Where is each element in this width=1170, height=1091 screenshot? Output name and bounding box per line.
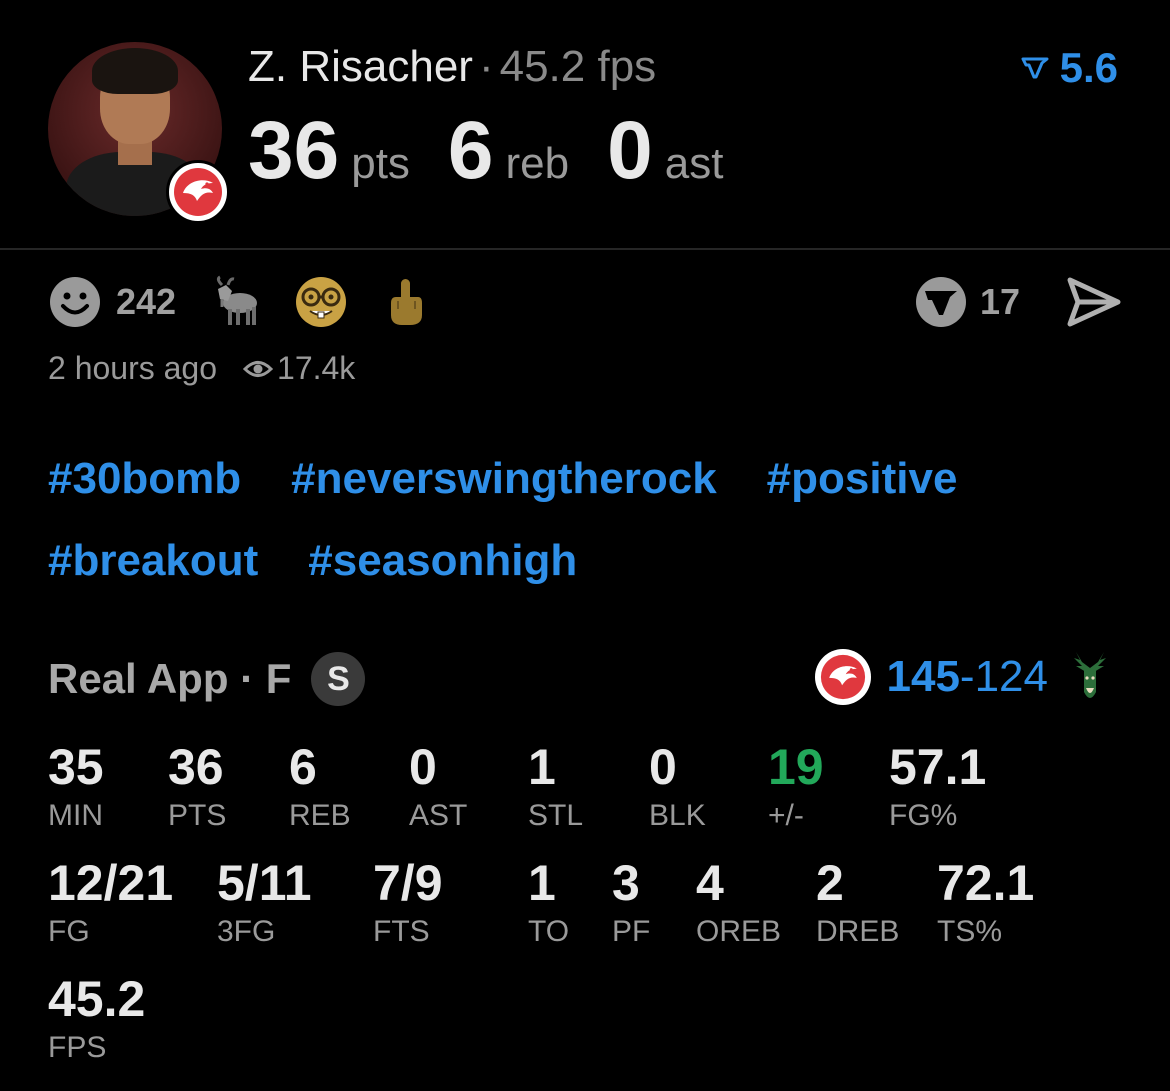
v-rank-icon [1021, 57, 1049, 79]
stat-blk: 0 BLK [649, 740, 706, 834]
stat-fg-pct: 57.1 FG% [889, 740, 986, 834]
away-score: 124 [974, 652, 1048, 701]
stat-pf: 3 PF [612, 856, 650, 950]
stat-value: 12/21 [48, 855, 174, 911]
stat-min: 35 MIN [48, 740, 104, 834]
headline-pts-value: 36 [248, 105, 340, 196]
hashtag[interactable]: #seasonhigh [308, 536, 577, 586]
stat-plus-minus: 19 +/- [768, 740, 824, 834]
stat-value: 7/9 [373, 855, 443, 911]
player-fps: 45.2 fps [499, 42, 657, 91]
stat-dreb: 2 DREB [816, 856, 899, 950]
header-divider [0, 248, 1170, 250]
stat-label: STL [528, 799, 584, 832]
headline-ast-value: 0 [607, 105, 653, 196]
stat-fps: 45.2 FPS [48, 972, 145, 1066]
stat-stl: 1 STL [528, 740, 583, 834]
rank-value: 5.6 [1059, 44, 1118, 91]
headline-stats: 36 pts 6 reb 0 ast [248, 104, 761, 198]
stat-label: PTS [168, 799, 227, 832]
game-score[interactable]: 145-124 [814, 648, 1115, 706]
post-actions: 17 [914, 276, 1122, 328]
stat-value: 6 [289, 739, 317, 795]
stat-value: 45.2 [48, 971, 146, 1027]
rank-badge[interactable]: 5.6 [1020, 44, 1118, 92]
starter-badge: S [311, 652, 366, 706]
stat-label: REB [289, 799, 351, 832]
hashtag[interactable]: #30bomb [48, 454, 241, 504]
hawks-logo-icon [166, 160, 230, 224]
timestamp: 2 hours ago [48, 350, 218, 386]
hashtag[interactable]: #breakout [48, 536, 258, 586]
hashtag-list: #30bomb #neverswingtherock #positive #br… [48, 454, 1128, 586]
score-separator: - [959, 652, 975, 701]
stat-value: 1 [528, 739, 556, 795]
stat-label: TS% [937, 915, 1003, 948]
headline-reb-unit: reb [505, 139, 570, 188]
stat-label: TO [528, 915, 570, 948]
stat-label: FG% [889, 799, 958, 832]
stat-label: +/- [768, 799, 804, 832]
v-vote-icon[interactable] [914, 275, 968, 329]
headline-pts-unit: pts [351, 139, 410, 188]
stat-value: 2 [816, 855, 844, 911]
stat-value: 35 [48, 739, 104, 795]
hashtag[interactable]: #positive [767, 454, 958, 504]
stat-value: 72.1 [937, 855, 1035, 911]
vote-count: 17 [979, 281, 1020, 322]
hawks-logo-icon [814, 649, 871, 705]
send-icon[interactable] [1066, 276, 1122, 328]
stat-label: FPS [48, 1031, 107, 1064]
goat-icon[interactable] [210, 275, 264, 329]
stat-value: 3 [612, 855, 640, 911]
stat-label: FTS [373, 915, 430, 948]
nerd-face-icon[interactable] [294, 275, 348, 329]
stat-label: MIN [48, 799, 103, 832]
game-label: Real App · F [48, 655, 292, 702]
stat-label: BLK [649, 799, 706, 832]
headline-reb-value: 6 [447, 105, 494, 196]
stat-value: 5/11 [217, 855, 312, 911]
stat-label: AST [409, 799, 468, 832]
stat-ast: 0 AST [409, 740, 467, 834]
smile-reaction-icon[interactable] [48, 275, 102, 329]
headline-ast-unit: ast [664, 139, 724, 188]
stat-label: FG [48, 915, 90, 948]
stat-fts: 7/9 FTS [373, 856, 443, 950]
separator-dot: · [478, 42, 494, 91]
stat-label: OREB [696, 915, 782, 948]
stat-value: 1 [528, 855, 556, 911]
stat-value: 19 [768, 739, 824, 795]
stat-value: 57.1 [889, 739, 987, 795]
stat-to: 1 TO [528, 856, 569, 950]
home-score: 145 [886, 652, 960, 701]
middle-finger-icon[interactable] [378, 275, 432, 329]
post-meta: 2 hours ago 17.4k [48, 350, 355, 387]
stat-fg: 12/21 FG [48, 856, 173, 950]
reaction-count: 242 [116, 281, 177, 322]
stat-oreb: 4 OREB [696, 856, 781, 950]
post-card: Z. Risacher · 45.2 fps 5.6 36 pts 6 reb 0 … [0, 0, 1170, 1091]
eye-icon [243, 360, 274, 377]
stat-pts: 36 PTS [168, 740, 226, 834]
player-header-line: Z. Risacher · 45.2 fps [248, 42, 656, 92]
stat-3fg: 5/11 3FG [217, 856, 312, 950]
view-count: 17.4k [277, 350, 356, 386]
stat-reb: 6 REB [289, 740, 351, 834]
stat-value: 0 [649, 739, 677, 795]
stat-value: 0 [409, 739, 437, 795]
hashtag[interactable]: #neverswingtherock [291, 454, 717, 504]
stat-ts-pct: 72.1 TS% [937, 856, 1034, 950]
stat-label: PF [612, 915, 651, 948]
game-source: Real App · F S [48, 652, 366, 706]
stat-label: DREB [816, 915, 900, 948]
stat-label: 3FG [217, 915, 276, 948]
bucks-logo-icon [1074, 652, 1106, 698]
avatar-hair [92, 48, 178, 94]
stat-value: 4 [696, 855, 724, 911]
stat-value: 36 [168, 739, 224, 795]
player-name[interactable]: Z. Risacher [248, 42, 473, 91]
reaction-bar: 242 [48, 275, 462, 329]
